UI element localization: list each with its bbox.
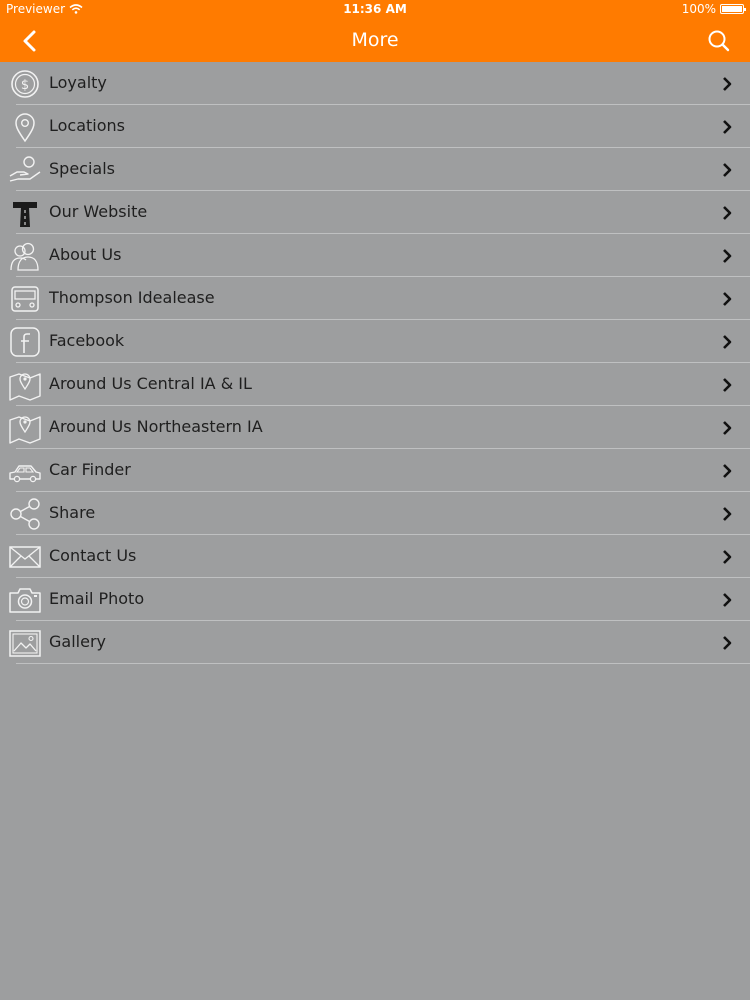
page-title: More: [351, 29, 399, 51]
battery-icon: [720, 4, 746, 14]
more-menu-list: $ Loyalty Locations Specials Our Website…: [0, 62, 750, 664]
menu-item-about-us[interactable]: About Us: [0, 234, 750, 277]
menu-item-label: Around Us Central IA & IL: [49, 374, 252, 393]
image-icon: [8, 627, 42, 659]
status-bar: Previewer 11:36 AM 100%: [0, 0, 750, 20]
menu-item-specials[interactable]: Specials: [0, 148, 750, 191]
menu-item-gallery[interactable]: Gallery: [0, 621, 750, 664]
svg-text:$: $: [21, 78, 29, 93]
menu-item-around-us-central[interactable]: Around Us Central IA & IL: [0, 363, 750, 406]
menu-item-contact-us[interactable]: Contact Us: [0, 535, 750, 578]
menu-item-label: Locations: [49, 116, 126, 135]
menu-item-label: About Us: [49, 245, 122, 264]
menu-item-locations[interactable]: Locations: [0, 105, 750, 148]
menu-item-label: Contact Us: [49, 546, 137, 565]
battery-status: 100%: [681, 2, 746, 16]
chevron-right-icon: [723, 206, 732, 220]
search-button[interactable]: [704, 27, 734, 55]
status-time: 11:36 AM: [343, 2, 407, 16]
chevron-right-icon: [723, 636, 732, 650]
navigation-bar: More: [0, 20, 750, 62]
car-icon: [8, 455, 42, 487]
coin-icon: $: [8, 68, 42, 100]
menu-item-facebook[interactable]: Facebook: [0, 320, 750, 363]
map-icon: [8, 369, 42, 401]
chevron-right-icon: [723, 593, 732, 607]
camera-icon: [8, 584, 42, 616]
envelope-icon: [8, 541, 42, 573]
menu-item-loyalty[interactable]: $ Loyalty: [0, 62, 750, 105]
menu-item-label: Around Us Northeastern IA: [49, 417, 263, 436]
chevron-right-icon: [723, 335, 732, 349]
chevron-right-icon: [723, 507, 732, 521]
menu-item-our-website[interactable]: Our Website: [0, 191, 750, 234]
chevron-right-icon: [723, 120, 732, 134]
chevron-right-icon: [723, 550, 732, 564]
truck-icon: [8, 283, 42, 315]
search-icon: [708, 30, 730, 52]
menu-item-email-photo[interactable]: Email Photo: [0, 578, 750, 621]
menu-item-thompson-idealease[interactable]: Thompson Idealease: [0, 277, 750, 320]
chevron-right-icon: [723, 464, 732, 478]
battery-percent: 100%: [681, 2, 716, 16]
map-icon: [8, 412, 42, 444]
chevron-right-icon: [723, 249, 732, 263]
menu-item-label: Our Website: [49, 202, 148, 221]
chevron-right-icon: [723, 77, 732, 91]
chevron-right-icon: [723, 292, 732, 306]
share-icon: [8, 498, 42, 530]
menu-item-label: Car Finder: [49, 460, 131, 479]
hand-coin-icon: [8, 154, 42, 186]
facebook-icon: [8, 326, 42, 358]
menu-item-label: Email Photo: [49, 589, 145, 608]
menu-item-label: Loyalty: [49, 73, 107, 92]
menu-item-label: Specials: [49, 159, 115, 178]
menu-item-share[interactable]: Share: [0, 492, 750, 535]
people-icon: [8, 240, 42, 272]
chevron-right-icon: [723, 421, 732, 435]
chevron-right-icon: [723, 163, 732, 177]
map-pin-icon: [8, 111, 42, 143]
menu-item-label: Share: [49, 503, 96, 522]
menu-item-label: Thompson Idealease: [49, 288, 215, 307]
road-t-icon: [8, 197, 42, 229]
chevron-right-icon: [723, 378, 732, 392]
menu-item-car-finder[interactable]: Car Finder: [0, 449, 750, 492]
menu-item-around-us-northeastern[interactable]: Around Us Northeastern IA: [0, 406, 750, 449]
menu-item-label: Facebook: [49, 331, 125, 350]
menu-item-label: Gallery: [49, 632, 106, 651]
